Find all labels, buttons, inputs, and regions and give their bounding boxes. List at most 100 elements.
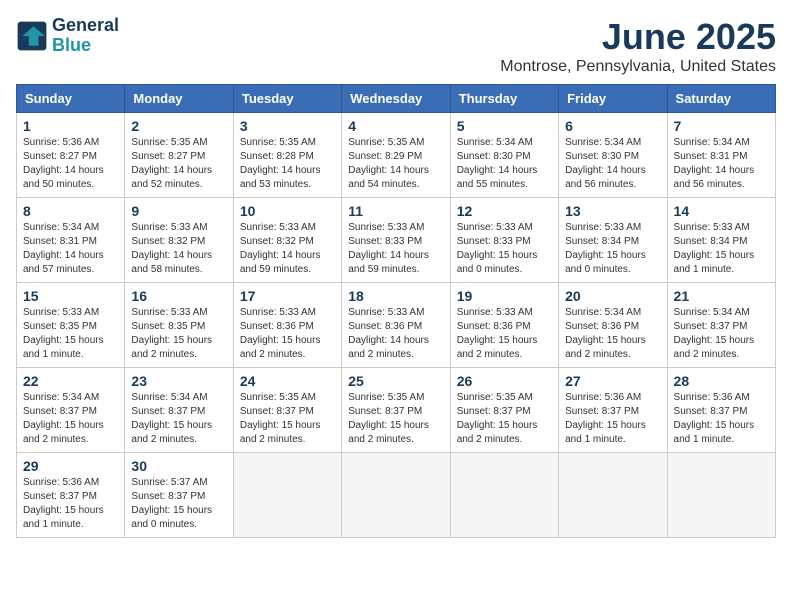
calendar-week-row: 15 Sunrise: 5:33 AM Sunset: 8:35 PM Dayli… [17,283,776,368]
calendar-cell: 29 Sunrise: 5:36 AM Sunset: 8:37 PM Dayli… [17,453,125,538]
day-info: Sunrise: 5:34 AM Sunset: 8:37 PM Dayligh… [131,391,226,447]
day-number: 14 [674,203,769,219]
weekday-header-friday: Friday [559,85,667,113]
calendar-cell [667,453,775,538]
calendar-week-row: 1 Sunrise: 5:36 AM Sunset: 8:27 PM Daylig… [17,113,776,198]
calendar-cell: 4 Sunrise: 5:35 AM Sunset: 8:29 PM Daylig… [342,113,450,198]
day-number: 8 [23,203,118,219]
calendar-week-row: 22 Sunrise: 5:34 AM Sunset: 8:37 PM Dayli… [17,368,776,453]
day-info: Sunrise: 5:35 AM Sunset: 8:27 PM Dayligh… [131,136,226,192]
day-info: Sunrise: 5:36 AM Sunset: 8:37 PM Dayligh… [23,476,118,532]
day-number: 23 [131,373,226,389]
calendar-cell: 17 Sunrise: 5:33 AM Sunset: 8:36 PM Dayli… [233,283,341,368]
calendar-cell: 20 Sunrise: 5:34 AM Sunset: 8:36 PM Dayli… [559,283,667,368]
day-info: Sunrise: 5:33 AM Sunset: 8:35 PM Dayligh… [131,306,226,362]
day-number: 26 [457,373,552,389]
calendar-cell: 7 Sunrise: 5:34 AM Sunset: 8:31 PM Daylig… [667,113,775,198]
calendar-cell [342,453,450,538]
day-number: 15 [23,288,118,304]
calendar-cell: 15 Sunrise: 5:33 AM Sunset: 8:35 PM Dayli… [17,283,125,368]
day-info: Sunrise: 5:33 AM Sunset: 8:34 PM Dayligh… [674,221,769,277]
weekday-header-saturday: Saturday [667,85,775,113]
calendar-cell: 21 Sunrise: 5:34 AM Sunset: 8:37 PM Dayli… [667,283,775,368]
calendar-cell [559,453,667,538]
day-number: 5 [457,118,552,134]
day-number: 24 [240,373,335,389]
day-number: 20 [565,288,660,304]
calendar-cell: 8Sunrise: 5:34 AM Sunset: 8:31 PM Daylig… [17,198,125,283]
day-info: Sunrise: 5:34 AM Sunset: 8:30 PM Dayligh… [457,136,552,192]
calendar-cell: 25Sunrise: 5:35 AM Sunset: 8:37 PM Dayli… [342,368,450,453]
calendar-cell: 2 Sunrise: 5:35 AM Sunset: 8:27 PM Daylig… [125,113,233,198]
calendar-title: June 2025 [500,16,776,58]
day-info: Sunrise: 5:33 AM Sunset: 8:33 PM Dayligh… [457,221,552,277]
calendar-cell: 23 Sunrise: 5:34 AM Sunset: 8:37 PM Dayli… [125,368,233,453]
calendar-cell: 14 Sunrise: 5:33 AM Sunset: 8:34 PM Dayli… [667,198,775,283]
day-info: Sunrise: 5:33 AM Sunset: 8:36 PM Dayligh… [348,306,443,362]
day-number: 27 [565,373,660,389]
logo-icon [16,20,48,52]
calendar-cell: 18Sunrise: 5:33 AM Sunset: 8:36 PM Dayli… [342,283,450,368]
day-number: 7 [674,118,769,134]
calendar-cell: 5 Sunrise: 5:34 AM Sunset: 8:30 PM Daylig… [450,113,558,198]
weekday-header-wednesday: Wednesday [342,85,450,113]
day-number: 2 [131,118,226,134]
day-info: Sunrise: 5:33 AM Sunset: 8:36 PM Dayligh… [457,306,552,362]
weekday-header-sunday: Sunday [17,85,125,113]
day-number: 22 [23,373,118,389]
day-number: 19 [457,288,552,304]
calendar-cell: 13 Sunrise: 5:33 AM Sunset: 8:34 PM Dayli… [559,198,667,283]
day-info: Sunrise: 5:33 AM Sunset: 8:33 PM Dayligh… [348,221,443,277]
weekday-header-monday: Monday [125,85,233,113]
day-number: 4 [348,118,443,134]
day-info: Sunrise: 5:33 AM Sunset: 8:36 PM Dayligh… [240,306,335,362]
weekday-header-row: SundayMondayTuesdayWednesdayThursdayFrid… [17,85,776,113]
day-number: 21 [674,288,769,304]
weekday-header-thursday: Thursday [450,85,558,113]
day-number: 12 [457,203,552,219]
day-number: 10 [240,203,335,219]
day-info: Sunrise: 5:34 AM Sunset: 8:36 PM Dayligh… [565,306,660,362]
calendar-subtitle: Montrose, Pennsylvania, United States [500,58,776,76]
day-info: Sunrise: 5:35 AM Sunset: 8:37 PM Dayligh… [348,391,443,447]
day-info: Sunrise: 5:34 AM Sunset: 8:37 PM Dayligh… [674,306,769,362]
day-info: Sunrise: 5:36 AM Sunset: 8:37 PM Dayligh… [674,391,769,447]
day-info: Sunrise: 5:35 AM Sunset: 8:37 PM Dayligh… [240,391,335,447]
day-info: Sunrise: 5:37 AM Sunset: 8:37 PM Dayligh… [131,476,226,532]
day-info: Sunrise: 5:36 AM Sunset: 8:37 PM Dayligh… [565,391,660,447]
calendar-table: SundayMondayTuesdayWednesdayThursdayFrid… [16,84,776,538]
day-number: 28 [674,373,769,389]
day-number: 6 [565,118,660,134]
day-info: Sunrise: 5:35 AM Sunset: 8:28 PM Dayligh… [240,136,335,192]
day-info: Sunrise: 5:34 AM Sunset: 8:30 PM Dayligh… [565,136,660,192]
day-info: Sunrise: 5:34 AM Sunset: 8:31 PM Dayligh… [674,136,769,192]
day-info: Sunrise: 5:33 AM Sunset: 8:35 PM Dayligh… [23,306,118,362]
day-number: 17 [240,288,335,304]
calendar-cell: 12 Sunrise: 5:33 AM Sunset: 8:33 PM Dayli… [450,198,558,283]
logo-line2: Blue [52,36,119,56]
calendar-cell: 9Sunrise: 5:33 AM Sunset: 8:32 PM Daylig… [125,198,233,283]
day-number: 29 [23,458,118,474]
day-number: 11 [348,203,443,219]
day-number: 16 [131,288,226,304]
calendar-cell: 27 Sunrise: 5:36 AM Sunset: 8:37 PM Dayli… [559,368,667,453]
weekday-header-tuesday: Tuesday [233,85,341,113]
day-info: Sunrise: 5:33 AM Sunset: 8:32 PM Dayligh… [240,221,335,277]
title-area: June 2025 Montrose, Pennsylvania, United… [500,16,776,76]
day-info: Sunrise: 5:35 AM Sunset: 8:29 PM Dayligh… [348,136,443,192]
day-info: Sunrise: 5:33 AM Sunset: 8:34 PM Dayligh… [565,221,660,277]
logo-line1: General [52,16,119,36]
day-number: 13 [565,203,660,219]
calendar-cell: 1 Sunrise: 5:36 AM Sunset: 8:27 PM Daylig… [17,113,125,198]
calendar-cell: 11 Sunrise: 5:33 AM Sunset: 8:33 PM Dayli… [342,198,450,283]
calendar-cell: 10 Sunrise: 5:33 AM Sunset: 8:32 PM Dayli… [233,198,341,283]
day-number: 1 [23,118,118,134]
calendar-cell: 6 Sunrise: 5:34 AM Sunset: 8:30 PM Daylig… [559,113,667,198]
calendar-cell [233,453,341,538]
calendar-week-row: 29 Sunrise: 5:36 AM Sunset: 8:37 PM Dayli… [17,453,776,538]
calendar-cell: 26Sunrise: 5:35 AM Sunset: 8:37 PM Dayli… [450,368,558,453]
day-info: Sunrise: 5:36 AM Sunset: 8:27 PM Dayligh… [23,136,118,192]
day-number: 3 [240,118,335,134]
day-number: 30 [131,458,226,474]
calendar-cell: 24 Sunrise: 5:35 AM Sunset: 8:37 PM Dayli… [233,368,341,453]
